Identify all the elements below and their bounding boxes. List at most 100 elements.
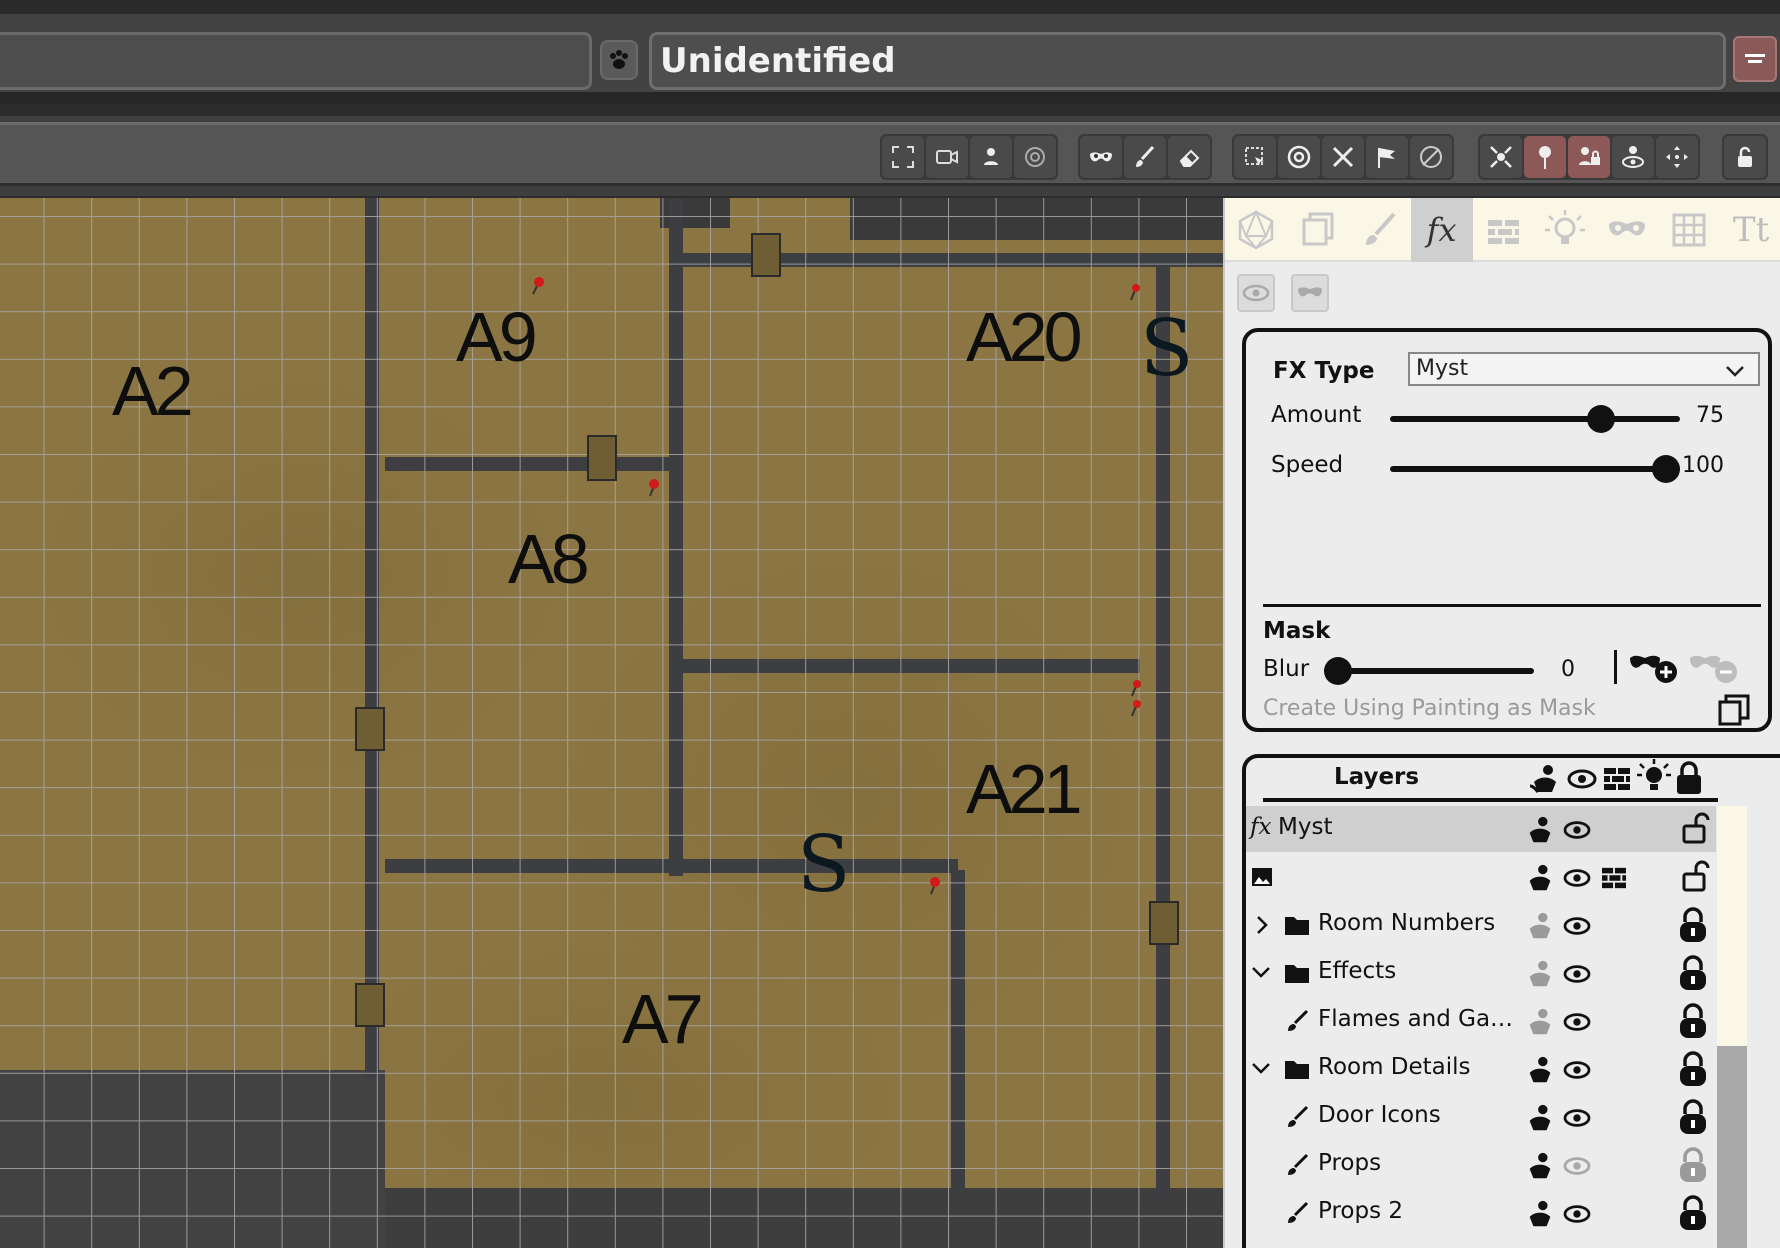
layer-row[interactable]: Door Icons [1246, 1094, 1716, 1140]
layer-row[interactable]: Room Numbers [1246, 902, 1716, 948]
lock-icon[interactable] [1678, 906, 1708, 944]
interact-icon[interactable] [1524, 814, 1556, 846]
speed-slider-handle[interactable] [1652, 455, 1680, 483]
interact-icon[interactable] [1524, 1102, 1556, 1134]
tab-text[interactable]: Tt [1720, 198, 1780, 262]
light-column-icon[interactable] [1636, 758, 1672, 796]
token-button[interactable] [970, 136, 1012, 178]
tab-fx[interactable]: fx [1410, 198, 1473, 262]
unlock-icon[interactable] [1682, 812, 1710, 844]
lock-icon[interactable] [1678, 954, 1708, 992]
eye-icon[interactable] [1562, 1106, 1592, 1130]
layer-row[interactable]: Room Details [1246, 1046, 1716, 1092]
cross-swords-icon [1332, 146, 1354, 168]
eye-icon[interactable] [1562, 1058, 1592, 1082]
interact-icon[interactable] [1524, 910, 1556, 942]
layer-row[interactable]: Props 2 [1246, 1190, 1716, 1236]
layer-row[interactable]: fx Myst [1246, 806, 1716, 852]
eye-icon[interactable] [1562, 866, 1592, 890]
unlock-icon [1738, 146, 1752, 167]
lock-column-icon[interactable] [1674, 760, 1704, 796]
move-button[interactable] [1656, 136, 1698, 178]
layer-row[interactable]: Flames and Ga… [1246, 998, 1716, 1044]
wall-column-icon[interactable] [1602, 766, 1632, 792]
layers-scrollbar[interactable] [1717, 806, 1747, 1248]
mask-toggle[interactable] [1291, 274, 1329, 312]
add-mask-icon[interactable] [1628, 646, 1682, 686]
fit-to-screen-button[interactable] [882, 136, 924, 178]
lock-icon[interactable] [1678, 1098, 1708, 1136]
target-button[interactable] [1014, 136, 1056, 178]
mask-icon [1090, 152, 1112, 162]
unlock-button[interactable] [1724, 136, 1766, 178]
remove-mask-icon[interactable] [1688, 646, 1742, 686]
fit-to-screen-icon [892, 146, 914, 168]
speed-slider[interactable] [1390, 455, 1680, 483]
lock-icon[interactable] [1678, 1146, 1708, 1184]
eye-icon[interactable] [1562, 1010, 1592, 1034]
wall-icon[interactable] [1600, 866, 1628, 890]
lock-icon[interactable] [1678, 1194, 1708, 1232]
layer-row[interactable]: Effects [1246, 950, 1716, 996]
camera-button[interactable] [926, 136, 968, 178]
interact-icon[interactable] [1524, 1150, 1556, 1182]
copy-icon[interactable] [1716, 692, 1752, 728]
map-canvas[interactable]: A2 A9 A20 A8 A21 A7 S S [0, 198, 1223, 1248]
eye-icon[interactable] [1562, 1154, 1592, 1178]
select-area-button[interactable] [1234, 136, 1276, 178]
cross-swords-button[interactable] [1322, 136, 1364, 178]
ring-button[interactable] [1278, 136, 1320, 178]
eraser-button[interactable] [1168, 136, 1210, 178]
tab-dice[interactable] [1225, 198, 1287, 262]
unlock-icon[interactable] [1682, 860, 1710, 892]
room-label: A20 [966, 298, 1083, 376]
brush-button[interactable] [1124, 136, 1166, 178]
tab-lights[interactable] [1534, 198, 1596, 262]
tab-grid[interactable] [1658, 198, 1720, 262]
lock-icon[interactable] [1678, 1050, 1708, 1088]
interact-icon[interactable] [1524, 1198, 1556, 1230]
amount-slider-handle[interactable] [1586, 405, 1615, 433]
fx-icon: fx [1426, 211, 1457, 249]
blur-slider-handle[interactable] [1324, 657, 1352, 685]
visible-toggle[interactable] [1237, 274, 1275, 312]
pin-button[interactable] [1524, 136, 1566, 178]
mask-separator [1614, 650, 1617, 684]
tab-brush[interactable] [1349, 198, 1411, 262]
interact-icon[interactable] [1524, 862, 1556, 894]
blur-slider[interactable] [1324, 657, 1534, 685]
tab-walls[interactable] [1473, 198, 1535, 262]
tab-mask[interactable] [1596, 198, 1658, 262]
interact-icon[interactable] [1524, 958, 1556, 990]
room-label: A2 [112, 352, 194, 430]
mask-button[interactable] [1080, 136, 1122, 178]
left-field[interactable] [0, 32, 592, 90]
interact-column-icon[interactable] [1528, 762, 1562, 796]
eye-icon[interactable] [1562, 914, 1592, 938]
tab-copy[interactable] [1287, 198, 1349, 262]
create-mask-hint: Create Using Painting as Mask [1263, 696, 1596, 721]
eye-column-icon[interactable] [1566, 766, 1598, 792]
layer-row[interactable] [1246, 854, 1716, 900]
document-title[interactable]: Unidentified [649, 32, 1726, 90]
eye-person-button[interactable] [1612, 136, 1654, 178]
layers-scroll-thumb[interactable] [1717, 1046, 1747, 1248]
lock-icon[interactable] [1678, 1002, 1708, 1040]
paw-button[interactable] [600, 40, 638, 80]
menu-button[interactable] [1733, 36, 1777, 82]
chevron-right-icon[interactable] [1252, 914, 1272, 936]
eye-icon[interactable] [1562, 1202, 1592, 1226]
chevron-down-icon[interactable] [1250, 962, 1272, 982]
amount-slider[interactable] [1390, 405, 1680, 433]
lock-person-button[interactable] [1568, 136, 1610, 178]
interact-icon[interactable] [1524, 1054, 1556, 1086]
eye-icon[interactable] [1562, 962, 1592, 986]
burst-button[interactable] [1480, 136, 1522, 178]
layer-row[interactable]: Props [1246, 1142, 1716, 1188]
flag-button[interactable] [1366, 136, 1408, 178]
no-vision-button[interactable] [1410, 136, 1452, 178]
eye-icon[interactable] [1562, 818, 1592, 842]
chevron-down-icon[interactable] [1250, 1058, 1272, 1078]
interact-icon[interactable] [1524, 1006, 1556, 1038]
fx-type-select[interactable]: Myst [1408, 352, 1760, 386]
